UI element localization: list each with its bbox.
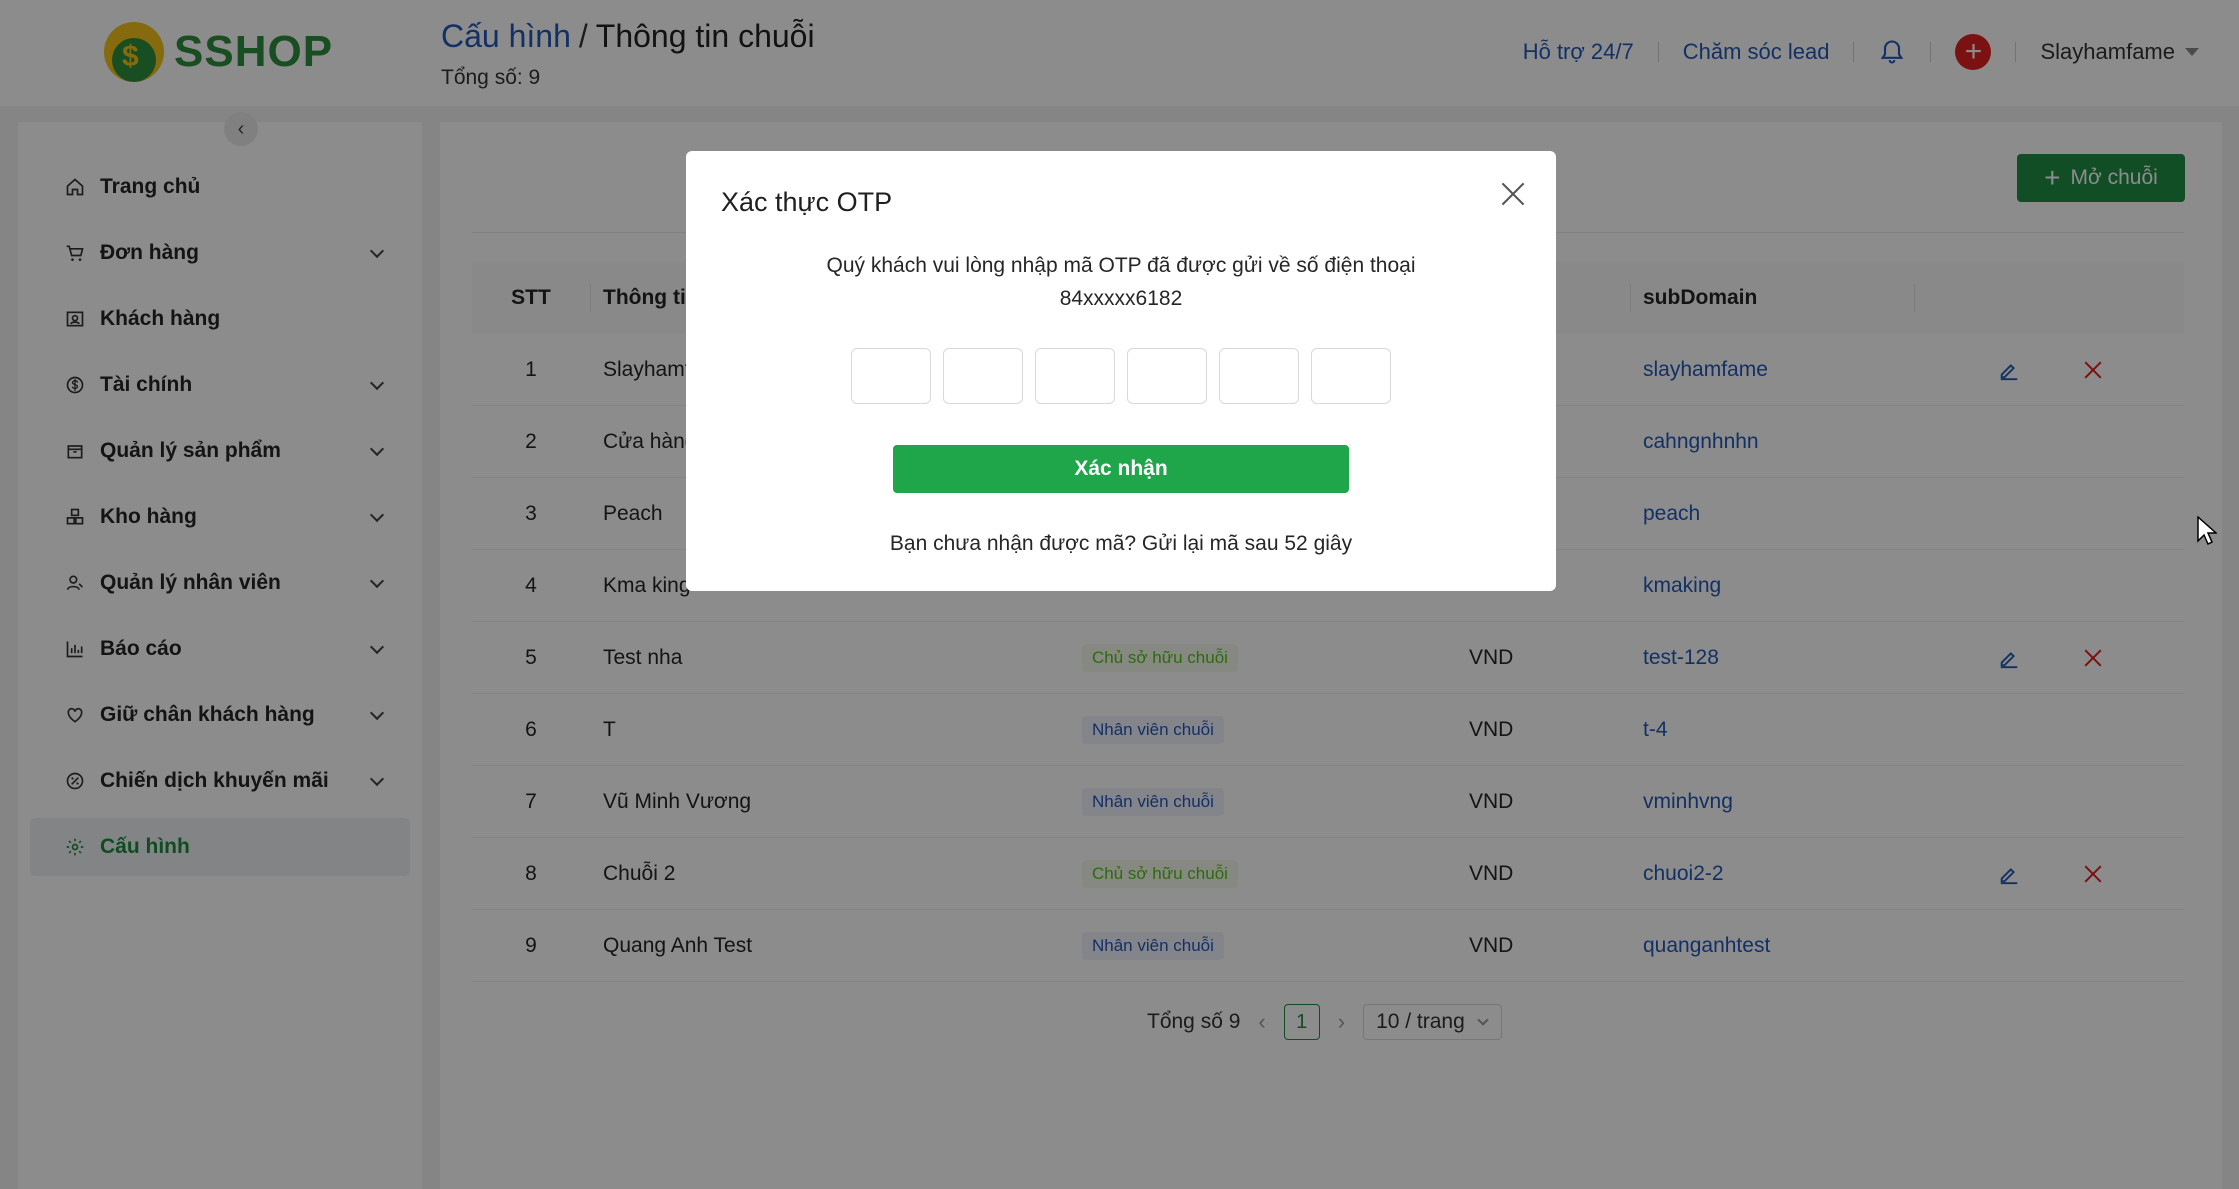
- close-icon[interactable]: [1500, 181, 1526, 207]
- confirm-button[interactable]: Xác nhận: [893, 445, 1349, 493]
- otp-digit-input[interactable]: [1219, 348, 1299, 404]
- otp-inputs: [851, 348, 1391, 404]
- modal-phone-number: 84xxxxx6182: [1059, 287, 1183, 310]
- otp-digit-input[interactable]: [851, 348, 931, 404]
- modal-message: Quý khách vui lòng nhập mã OTP đã được g…: [686, 249, 1556, 315]
- otp-digit-input[interactable]: [943, 348, 1023, 404]
- resend-text: Bạn chưa nhận được mã? Gửi lại mã sau 52…: [889, 532, 1353, 555]
- otp-modal: Xác thực OTP Quý khách vui lòng nhập mã …: [686, 151, 1556, 591]
- modal-title: Xác thực OTP: [721, 187, 893, 217]
- otp-digit-input[interactable]: [1311, 348, 1391, 404]
- otp-digit-input[interactable]: [1127, 348, 1207, 404]
- otp-digit-input[interactable]: [1035, 348, 1115, 404]
- modal-message-line: Quý khách vui lòng nhập mã OTP đã được g…: [826, 254, 1416, 277]
- mouse-cursor-icon: [2197, 516, 2217, 546]
